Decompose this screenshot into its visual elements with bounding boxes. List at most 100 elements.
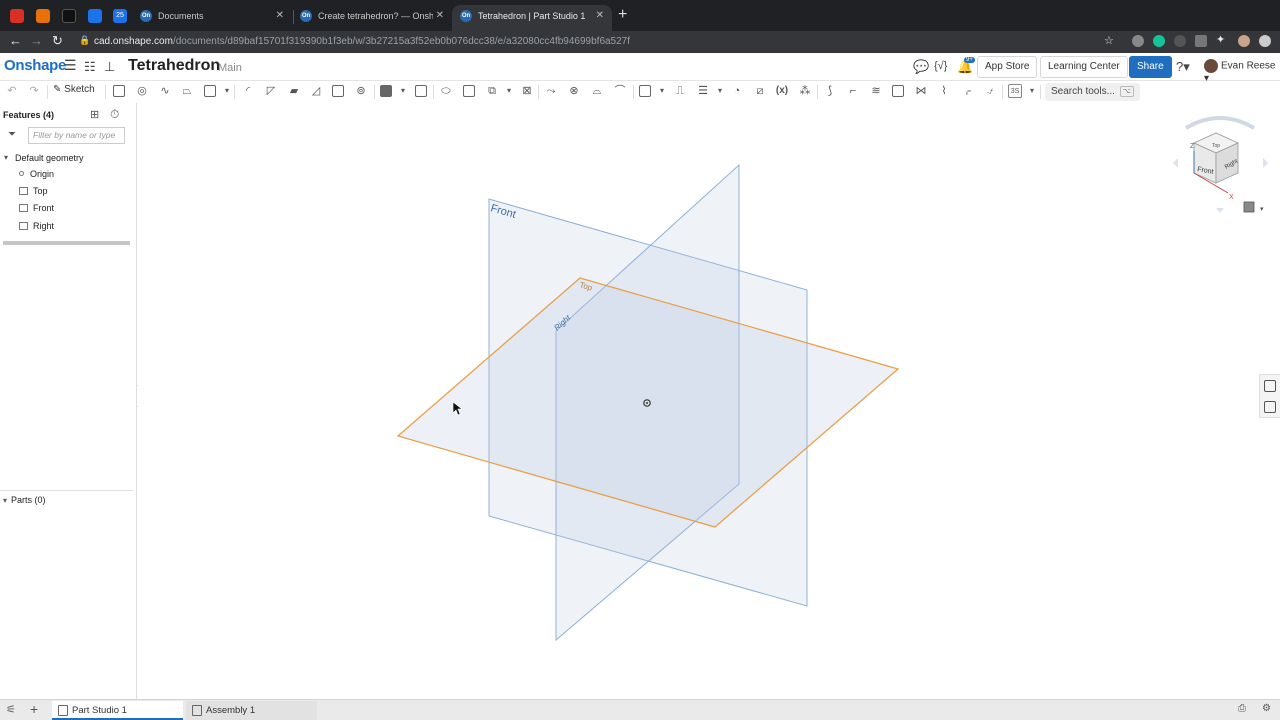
branch-label[interactable]: Main	[218, 62, 242, 74]
close-tab-icon[interactable]: ✕	[276, 5, 284, 27]
chamfer-icon[interactable]: ◸	[264, 84, 278, 98]
parts-group[interactable]: ▾ Parts (0)	[3, 495, 46, 505]
onshape-logo[interactable]: Onshape	[4, 57, 66, 74]
filter-icon[interactable]: ⏷	[8, 129, 16, 140]
add-folder-icon[interactable]: ⊞	[90, 108, 99, 121]
tab-part-studio-1[interactable]: Part Studio 1	[52, 701, 183, 720]
rib-icon[interactable]: ◿	[309, 84, 323, 98]
extension-icon[interactable]	[1195, 35, 1207, 47]
gmail-pinned-tab[interactable]	[10, 9, 24, 23]
share-button[interactable]: Share	[1129, 56, 1172, 78]
transform-icon[interactable]: ⧉	[485, 84, 499, 98]
delete-part-icon[interactable]: ⊠	[520, 84, 534, 98]
browser-tab-active[interactable]: On Tetrahedron | Part Studio 1 ✕	[452, 5, 612, 31]
variable-x-icon[interactable]: (x)	[775, 84, 789, 98]
shell-icon[interactable]	[332, 85, 344, 97]
url-field[interactable]: cad.onshape.com/documents/d89baf15701f31…	[94, 34, 1134, 50]
browser-tab-forum[interactable]: On Create tetrahedron? — Onshap ✕	[292, 5, 452, 31]
view-rotate-arc[interactable]	[1184, 116, 1256, 130]
configurations-icon[interactable]: ⊥	[104, 59, 115, 75]
dropdown-chevron-icon[interactable]: ▾	[220, 84, 234, 98]
tree-item-origin[interactable]: Origin	[19, 169, 54, 179]
measure-icon[interactable]: ⧄	[753, 84, 767, 98]
sweep-icon[interactable]: ∿	[158, 84, 172, 98]
browser-tab-documents[interactable]: On Documents ✕	[132, 5, 292, 31]
revolve-icon[interactable]: ◎	[135, 84, 149, 98]
dropdown-chevron-icon[interactable]: ▾	[1025, 84, 1039, 98]
fillet-icon[interactable]: ◜	[241, 84, 255, 98]
wrap-icon[interactable]: ⌐	[846, 84, 860, 98]
routing-curve-icon[interactable]: ⌌	[960, 84, 974, 98]
tree-item-front[interactable]: Front	[19, 203, 54, 213]
chevron-down-icon[interactable]: ▾	[4, 153, 8, 162]
extrude-icon[interactable]	[113, 85, 125, 97]
dropdown-chevron-icon[interactable]: ▾	[713, 84, 727, 98]
search-tools-input[interactable]: Search tools... ⌥C	[1045, 83, 1140, 115]
feature-filter-input[interactable]: Filter by name or type	[28, 127, 125, 144]
pattern-icon[interactable]: ☰	[696, 84, 710, 98]
sketch-button[interactable]: ✎ Sketch	[53, 84, 95, 95]
comments-icon[interactable]: 💬	[913, 59, 929, 75]
puzzle-extensions-icon[interactable]: ✦	[1216, 33, 1225, 46]
extension-icon[interactable]	[1132, 35, 1144, 47]
boolean-icon[interactable]	[380, 85, 392, 97]
print-view-icon[interactable]: ⎙	[1238, 703, 1246, 714]
mate-connector-icon[interactable]	[463, 85, 475, 97]
frame-icon[interactable]: ⎍	[673, 84, 687, 98]
view-arrow-left-icon[interactable]	[1173, 158, 1178, 168]
derived-icon[interactable]: ⁂	[798, 84, 812, 98]
dropdown-chevron-icon[interactable]: ▾	[502, 84, 516, 98]
grammarly-icon[interactable]	[1153, 35, 1165, 47]
helix-icon[interactable]: ⟆	[823, 84, 837, 98]
plane-icon[interactable]: ⬭	[439, 84, 453, 98]
bridging-curve-icon[interactable]: ≋	[869, 84, 883, 98]
sheet-metal-icon[interactable]	[639, 85, 651, 97]
composite-curve-icon[interactable]	[892, 85, 904, 97]
view-mode-cube-icon[interactable]	[1243, 201, 1255, 213]
loft-icon[interactable]: ⏢	[180, 84, 194, 98]
hamburger-menu-icon[interactable]: ☰	[64, 57, 77, 74]
pinned-tab-h[interactable]	[36, 9, 50, 23]
default-geometry-group[interactable]: Default geometry	[15, 153, 84, 163]
appearance-panel-icon[interactable]	[1264, 380, 1276, 392]
offset-surface-icon[interactable]: ⌓	[590, 84, 604, 98]
add-tab-icon[interactable]: +	[30, 701, 38, 717]
forward-icon[interactable]: →	[30, 33, 43, 48]
reload-icon[interactable]: ↻	[52, 33, 63, 49]
split-icon[interactable]	[415, 85, 427, 97]
draft-icon[interactable]: ▰	[287, 84, 301, 98]
view-cube[interactable]: Top Front Right Z X ▾	[1173, 116, 1268, 213]
app-store-button[interactable]: App Store	[977, 56, 1038, 78]
help-icon[interactable]: ?▾	[1176, 59, 1190, 75]
new-tab-icon[interactable]: +	[618, 6, 627, 24]
replace-face-icon[interactable]: ⊗	[567, 84, 581, 98]
document-title[interactable]: Tetrahedron	[128, 57, 220, 75]
hole-icon[interactable]: ⊚	[354, 84, 368, 98]
isoparametric-icon[interactable]: ⌇	[937, 84, 951, 98]
feature-list-icon[interactable]: ☷	[84, 59, 96, 75]
panel-scrollbar[interactable]	[3, 241, 130, 245]
tab-manager-icon[interactable]: ⚟	[6, 703, 16, 716]
pinned-tab-blue[interactable]	[88, 9, 102, 23]
bookmark-star-icon[interactable]: ☆	[1104, 34, 1114, 47]
move-face-icon[interactable]: ⤳	[544, 84, 558, 98]
tree-item-top[interactable]: Top	[19, 186, 48, 196]
learning-center-button[interactable]: Learning Center	[1040, 56, 1128, 78]
back-icon[interactable]: ←	[9, 33, 22, 48]
custom-features-icon[interactable]: 3S	[1008, 84, 1022, 98]
variable-icon[interactable]: ◔	[730, 84, 744, 98]
projected-curve-icon[interactable]: ⋈	[914, 84, 928, 98]
viewport-canvas[interactable]: Front Top Right Top Front Right Z X ▾	[138, 103, 1280, 699]
close-tab-icon[interactable]: ✕	[596, 5, 604, 27]
redo-icon[interactable]: ↷	[27, 84, 41, 98]
view-arrow-right-icon[interactable]	[1263, 158, 1268, 168]
tree-item-right[interactable]: Right	[19, 221, 54, 231]
extension-icon[interactable]	[1174, 35, 1186, 47]
graphics-viewport[interactable]: Front Top Right Top Front Right Z X ▾	[138, 103, 1280, 699]
rollback-timer-icon[interactable]: ⏱	[110, 107, 119, 122]
calendar-pinned-tab[interactable]: 25	[113, 9, 127, 23]
lock-icon[interactable]: 🔒	[79, 35, 90, 46]
variables-icon[interactable]: {√}	[934, 60, 947, 72]
top-plane[interactable]	[396, 277, 900, 528]
view-mode-dropdown-icon[interactable]: ▾	[1260, 206, 1264, 213]
